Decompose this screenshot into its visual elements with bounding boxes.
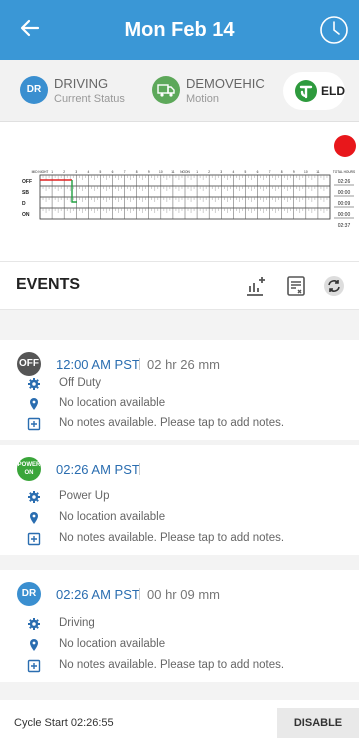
hour-label: 8: [281, 170, 283, 174]
hour-label: 7: [124, 170, 126, 174]
vehicle-name: DEMOVEHIC: [186, 76, 265, 91]
hour-label: 2: [63, 170, 65, 174]
footer-bar: Cycle Start 02:26:55 DISABLE: [0, 700, 359, 738]
event-time: 02:26 AM PST: [56, 587, 140, 602]
eld-label: ELD: [321, 84, 345, 98]
event-card-driving[interactable]: DR 02:26 AM PST 00 hr 09 mm Driving No l…: [0, 570, 359, 682]
gear-icon: [28, 378, 40, 390]
record-indicator[interactable]: [334, 135, 356, 157]
status-label: DRIVING: [54, 76, 109, 91]
hour-label: 8: [136, 170, 138, 174]
sync-icon[interactable]: [322, 274, 346, 298]
add-note-icon[interactable]: [27, 659, 41, 673]
hour-label: 1: [51, 170, 53, 174]
event-duration: 02 hr 26 mm: [147, 357, 220, 372]
add-note-icon[interactable]: [27, 417, 41, 431]
row-total: 02:26: [338, 179, 351, 185]
event-status: Driving: [59, 617, 95, 629]
hour-label: 6: [112, 170, 114, 174]
event-status: Power Up: [59, 490, 110, 502]
hour-label: 6: [257, 170, 259, 174]
hour-label: 4: [232, 170, 234, 174]
off-duty-badge: OFF: [17, 352, 41, 376]
location-pin-icon: [30, 639, 38, 651]
row-label: OFF: [22, 179, 32, 185]
truck-icon: [152, 76, 180, 104]
hour-label: 10: [159, 170, 163, 174]
row-total: 00:09: [338, 201, 351, 207]
row-label: SB: [22, 190, 29, 196]
duty-status-graph: MID NIGHT 1 2 3 4 5 6 7 8 9 10 11 NOON 1 2 3 4 5 6 7 8 9 10 11 …: [22, 170, 355, 229]
add-chart-icon[interactable]: [244, 274, 268, 298]
row-total: 00:00: [338, 212, 351, 218]
row-total: 00:00: [338, 190, 351, 196]
hour-label: 3: [220, 170, 222, 174]
events-title: EVENTS: [16, 276, 81, 293]
location-pin-icon: [30, 398, 38, 410]
total-hours-label: TOTAL HOURS: [333, 170, 355, 174]
driving-badge: DR: [17, 582, 41, 606]
hour-label: 2: [208, 170, 210, 174]
row-label: D: [22, 201, 26, 207]
event-card-power-on[interactable]: POWER ON 02:26 AM PST Power Up No locati…: [0, 445, 359, 555]
event-status: Off Duty: [59, 377, 101, 389]
events-header: EVENTS: [0, 262, 359, 308]
power-on-badge: POWER ON: [17, 457, 41, 481]
event-time: 02:26 AM PST: [56, 462, 140, 477]
event-location: No location available: [59, 511, 166, 523]
driving-badge: DR: [20, 76, 48, 104]
event-notes: No notes available. Please tap to add no…: [59, 417, 285, 429]
grand-total: 02:37: [338, 223, 351, 229]
event-duration: 00 hr 09 mm: [147, 587, 220, 602]
hour-label: MID NIGHT: [32, 170, 49, 174]
hour-label: 11: [316, 170, 320, 174]
event-location: No location available: [59, 397, 166, 409]
event-card-off-duty[interactable]: OFF 12:00 AM PST 02 hr 26 mm Off Duty No…: [0, 340, 359, 440]
hour-label: 7: [269, 170, 271, 174]
location-pin-icon: [30, 512, 38, 524]
eld-button[interactable]: ELD: [283, 72, 345, 110]
hour-label: 9: [148, 170, 150, 174]
hour-label: 1: [196, 170, 198, 174]
hour-label: 3: [75, 170, 77, 174]
report-icon[interactable]: [284, 274, 308, 298]
page-title: Mon Feb 14: [124, 19, 235, 41]
hour-label: 4: [87, 170, 89, 174]
hour-label: 9: [293, 170, 295, 174]
cycle-start-label: Cycle Start 02:26:55: [14, 717, 114, 729]
add-note-icon[interactable]: [27, 532, 41, 546]
hour-label: 5: [245, 170, 247, 174]
clock-icon[interactable]: [319, 15, 349, 45]
app-bar: Mon Feb 14: [0, 0, 359, 60]
status-bar: DR DRIVING Current Status DEMOVEHIC Moti…: [0, 60, 359, 122]
gear-icon: [28, 491, 40, 503]
event-location: No location available: [59, 638, 166, 650]
hour-label: 11: [171, 170, 175, 174]
hour-label: 10: [304, 170, 308, 174]
event-time: 12:00 AM PST: [56, 357, 140, 372]
hour-label: 5: [100, 170, 102, 174]
hour-label: NOON: [180, 170, 190, 174]
event-notes: No notes available. Please tap to add no…: [59, 532, 285, 544]
vehicle-state: Motion: [186, 93, 220, 105]
event-notes: No notes available. Please tap to add no…: [59, 659, 285, 671]
eld-logo-icon: [295, 80, 317, 102]
row-label: ON: [22, 212, 30, 218]
disable-button[interactable]: DISABLE: [277, 708, 359, 738]
status-sublabel: Current Status: [54, 93, 125, 105]
gear-icon: [28, 618, 40, 630]
